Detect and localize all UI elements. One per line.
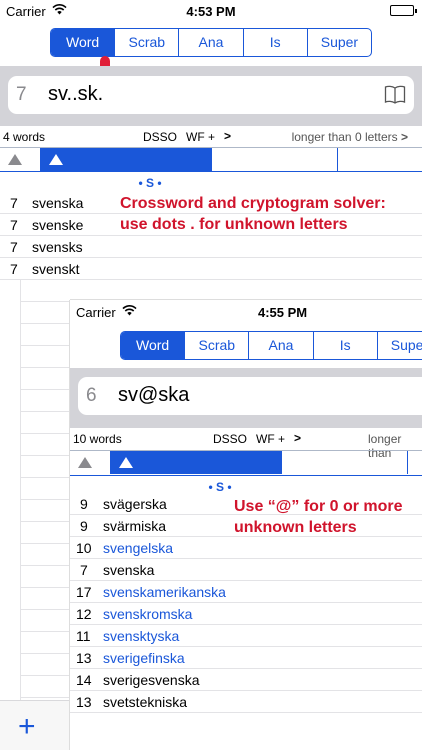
mode-segmented-control: Word Scrab Ana Is Super xyxy=(120,331,422,360)
dsso-button[interactable]: DSSO xyxy=(213,432,247,446)
plus-icon[interactable]: + xyxy=(18,712,36,742)
tab-ana[interactable]: Ana xyxy=(178,29,242,56)
word-text: svägerska xyxy=(103,496,167,512)
table-row[interactable]: 14 sverigesvenska xyxy=(70,669,422,691)
sort-column-active[interactable] xyxy=(40,148,212,171)
dots-tip-note: Crossword and cryptogram solver: use dot… xyxy=(120,195,386,233)
word-text: svenske xyxy=(32,217,84,233)
word-length: 11 xyxy=(76,628,91,644)
sort-bar xyxy=(0,147,422,172)
wifi-icon xyxy=(122,305,137,319)
word-link[interactable]: svengelska xyxy=(103,540,173,556)
overlay-screenshot: Carrier 4:55 PM Word Scrab Ana Is Super … xyxy=(70,300,422,750)
length-filter[interactable]: longer than 0 letters > xyxy=(292,130,408,144)
empty-rows xyxy=(20,280,70,700)
word-length: 13 xyxy=(76,650,92,666)
table-row[interactable]: 13 sverigefinska xyxy=(70,647,422,669)
tab-super[interactable]: Super xyxy=(306,29,371,56)
word-link[interactable]: svenskromska xyxy=(103,606,192,622)
chevron-right-icon[interactable]: > xyxy=(294,431,301,445)
word-text: svenskt xyxy=(32,261,80,277)
status-bar: Carrier 4:53 PM xyxy=(0,0,422,22)
tab-super[interactable]: Super xyxy=(376,332,422,359)
sort-up-icon xyxy=(49,154,63,165)
search-input[interactable]: sv..sk. xyxy=(48,83,103,106)
tab-scrab[interactable]: Scrab xyxy=(114,29,178,56)
word-length: 7 xyxy=(10,239,18,255)
section-header: • S • xyxy=(138,176,162,190)
mode-segmented-control: Word Scrab Ana Is Super xyxy=(50,28,372,57)
add-filter-button[interactable]: + xyxy=(208,130,215,144)
sort-up-icon[interactable] xyxy=(78,457,92,468)
table-row[interactable]: 10 svengelska xyxy=(70,537,422,559)
column-divider xyxy=(337,148,338,171)
status-time: 4:55 PM xyxy=(258,305,308,320)
tab-ana[interactable]: Ana xyxy=(248,332,312,359)
word-length: 7 xyxy=(80,562,88,578)
word-count: 10 words xyxy=(73,432,122,446)
letter-count: 6 xyxy=(86,385,97,406)
word-text: svetstekniska xyxy=(103,694,188,710)
word-count: 4 words xyxy=(3,130,46,144)
word-text: sverigesvenska xyxy=(103,672,200,688)
sort-up-icon[interactable] xyxy=(8,154,22,165)
word-link[interactable]: sverigefinska xyxy=(103,650,185,666)
table-row[interactable]: 13 svetstekniska xyxy=(70,691,422,713)
table-row[interactable]: 11 svensktyska xyxy=(70,625,422,647)
word-text: svenska xyxy=(32,195,84,211)
status-bar: Carrier 4:55 PM xyxy=(70,300,422,322)
at-sign-tip-note: Use “@” for 0 or more unknown letters xyxy=(234,498,403,536)
results-info-bar: 10 words DSSO WF + > longer than xyxy=(70,430,422,460)
search-field[interactable]: 7 sv..sk. xyxy=(8,76,414,114)
tab-word[interactable]: Word xyxy=(121,332,185,359)
table-row[interactable]: 12 svenskromska xyxy=(70,603,422,625)
tab-scrab[interactable]: Scrab xyxy=(184,332,248,359)
column-separator xyxy=(20,280,21,750)
chevron-right-icon[interactable]: > xyxy=(224,129,231,143)
carrier-label: Carrier xyxy=(76,305,116,320)
word-length: 17 xyxy=(76,584,92,600)
book-icon[interactable] xyxy=(384,84,406,104)
word-length: 9 xyxy=(80,518,88,534)
battery-icon xyxy=(390,5,417,16)
word-length: 10 xyxy=(76,540,92,556)
word-length: 7 xyxy=(10,217,18,233)
search-input[interactable]: sv@ska xyxy=(118,384,189,407)
wf-button[interactable]: WF xyxy=(256,432,275,446)
wf-button[interactable]: WF xyxy=(186,130,205,144)
search-field[interactable]: 6 sv@ska xyxy=(78,377,422,415)
table-row[interactable]: 7 svensks xyxy=(0,236,422,258)
word-length: 7 xyxy=(10,195,18,211)
letter-count: 7 xyxy=(16,84,27,105)
status-time: 4:53 PM xyxy=(186,4,236,19)
table-row[interactable]: 7 svenskt xyxy=(0,258,422,280)
word-length: 14 xyxy=(76,672,92,688)
results-info-bar: 4 words DSSO WF + > longer than 0 letter… xyxy=(0,128,422,146)
column-divider xyxy=(407,451,408,474)
tab-is[interactable]: Is xyxy=(312,332,377,359)
table-row[interactable]: 17 svenskamerikanska xyxy=(70,581,422,603)
table-row[interactable]: 7 svenska xyxy=(70,559,422,581)
word-link[interactable]: svensktyska xyxy=(103,628,179,644)
add-filter-button[interactable]: + xyxy=(278,432,285,446)
sort-up-icon xyxy=(119,457,133,468)
word-text: svensks xyxy=(32,239,83,255)
word-text: svenska xyxy=(103,562,155,578)
word-text: svärmiska xyxy=(103,518,167,534)
tab-word[interactable]: Word xyxy=(51,29,115,56)
word-length: 12 xyxy=(76,606,92,622)
dsso-button[interactable]: DSSO xyxy=(143,130,177,144)
word-length: 13 xyxy=(76,694,92,710)
section-header: • S • xyxy=(208,480,232,494)
word-length: 7 xyxy=(10,261,18,277)
word-length: 9 xyxy=(80,496,88,512)
word-link[interactable]: svenskamerikanska xyxy=(103,584,226,600)
tab-is[interactable]: Is xyxy=(242,29,307,56)
sort-column-active[interactable] xyxy=(110,451,282,474)
sort-bar xyxy=(70,450,422,476)
